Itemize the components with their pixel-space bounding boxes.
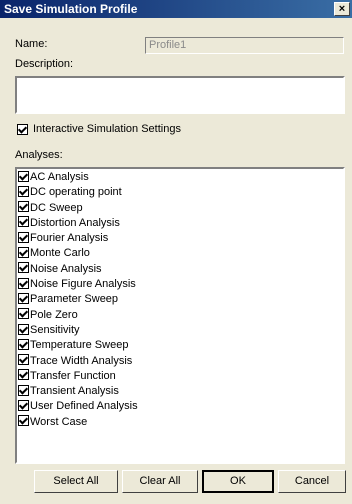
checkbox-icon[interactable] (18, 338, 29, 350)
analysis-item-label: Transient Analysis (30, 385, 119, 398)
analysis-item[interactable]: Transfer Function (18, 369, 342, 384)
analysis-item[interactable]: DC operating point (18, 185, 342, 200)
checkbox-icon[interactable] (18, 369, 29, 381)
analysis-item[interactable]: Monte Carlo (18, 246, 342, 261)
analysis-item[interactable]: Temperature Sweep (18, 338, 342, 353)
checkbox-icon[interactable] (18, 415, 29, 427)
checkbox-icon[interactable] (18, 201, 29, 213)
analysis-item[interactable]: AC Analysis (18, 170, 342, 185)
analysis-item-label: Worst Case (30, 415, 88, 428)
checkbox-icon[interactable] (18, 247, 29, 259)
analysis-item-label: DC Sweep (30, 201, 83, 214)
name-label: Name: (15, 38, 48, 50)
cancel-button[interactable]: Cancel (278, 470, 346, 493)
close-button[interactable]: × (334, 2, 350, 16)
checkbox-icon[interactable] (18, 262, 29, 274)
analysis-item-label: Noise Analysis (30, 262, 102, 275)
checkbox-icon[interactable] (18, 292, 29, 304)
analysis-item-label: User Defined Analysis (30, 400, 138, 413)
analysis-item[interactable]: Noise Figure Analysis (18, 277, 342, 292)
analysis-item-label: Transfer Function (30, 369, 116, 382)
analysis-item[interactable]: Fourier Analysis (18, 231, 342, 246)
analyses-list[interactable]: AC Analysis DC operating point DC Sweep Dis… (15, 167, 345, 464)
checkbox-icon[interactable] (18, 400, 29, 412)
analysis-item-label: Trace Width Analysis (30, 354, 133, 367)
clear-all-button[interactable]: Clear All (122, 470, 198, 493)
analysis-item-label: Monte Carlo (30, 247, 90, 260)
checkbox-icon[interactable] (18, 277, 29, 289)
analysis-item[interactable]: User Defined Analysis (18, 399, 342, 414)
analysis-item-label: Sensitivity (30, 323, 80, 336)
ok-button[interactable]: OK (202, 470, 274, 493)
interactive-settings-label: Interactive Simulation Settings (33, 123, 181, 135)
title-bar: Save Simulation Profile × (0, 0, 352, 18)
analysis-item[interactable]: Pole Zero (18, 308, 342, 323)
checkbox-icon[interactable] (18, 354, 29, 366)
checkbox-icon[interactable] (18, 231, 29, 243)
analysis-item[interactable]: Worst Case (18, 415, 342, 430)
analysis-item[interactable]: Noise Analysis (18, 262, 342, 277)
analysis-item-label: Parameter Sweep (30, 293, 119, 306)
analysis-item-label: Temperature Sweep (30, 339, 129, 352)
interactive-settings-checkbox[interactable]: Interactive Simulation Settings (17, 123, 181, 135)
checkbox-icon[interactable] (18, 308, 29, 320)
analysis-item-label: DC operating point (30, 186, 122, 199)
description-field[interactable] (15, 76, 345, 114)
analysis-item-label: Pole Zero (30, 308, 78, 321)
checkbox-icon[interactable] (18, 323, 29, 335)
analysis-item[interactable]: DC Sweep (18, 201, 342, 216)
analysis-item[interactable]: Transient Analysis (18, 384, 342, 399)
analysis-item-label: Distortion Analysis (30, 216, 120, 229)
window-title: Save Simulation Profile (4, 2, 138, 16)
analysis-item-label: Noise Figure Analysis (30, 278, 136, 291)
analysis-item[interactable]: Trace Width Analysis (18, 354, 342, 369)
analysis-item[interactable]: Parameter Sweep (18, 292, 342, 307)
analysis-item-label: AC Analysis (30, 171, 89, 183)
checkbox-icon[interactable] (17, 123, 28, 135)
analysis-item-label: Fourier Analysis (30, 232, 109, 245)
analyses-label: Analyses: (15, 149, 63, 161)
checkbox-icon[interactable] (18, 170, 29, 182)
name-field[interactable]: Profile1 (145, 37, 344, 54)
close-icon: × (338, 3, 346, 15)
checkbox-icon[interactable] (18, 384, 29, 396)
select-all-button[interactable]: Select All (34, 470, 118, 493)
description-label: Description: (15, 58, 74, 70)
checkbox-icon[interactable] (18, 216, 29, 228)
analysis-item[interactable]: Sensitivity (18, 323, 342, 338)
analysis-item[interactable]: Distortion Analysis (18, 216, 342, 231)
checkbox-icon[interactable] (18, 185, 29, 197)
